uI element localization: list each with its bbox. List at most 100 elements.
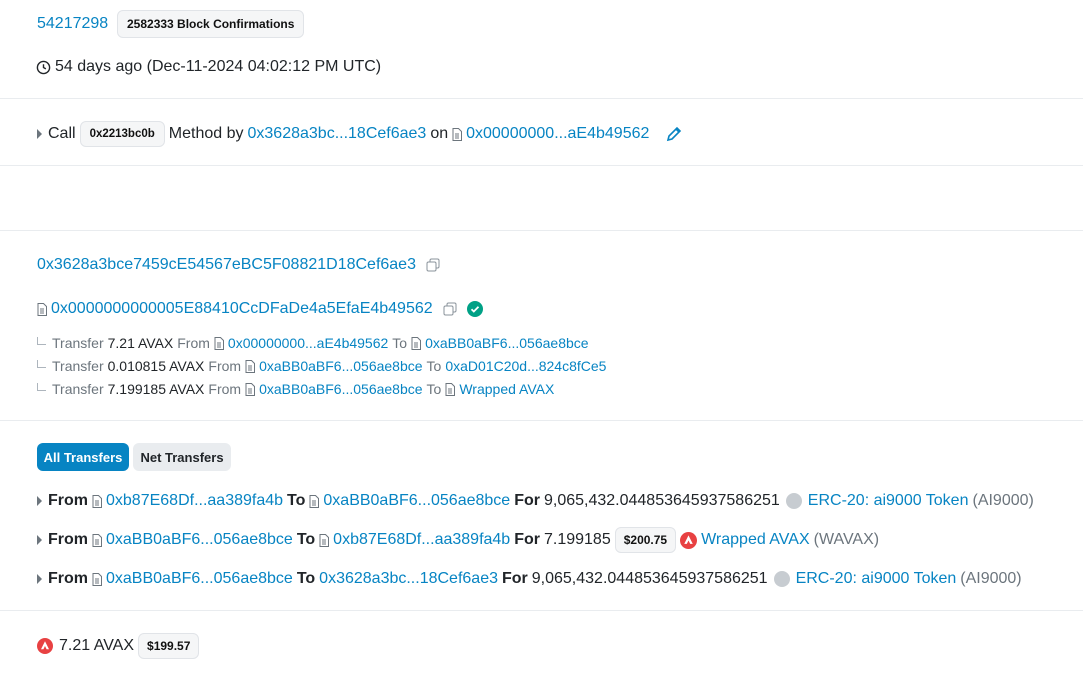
expand-caret-icon[interactable] [37, 574, 42, 584]
token-from-link[interactable]: 0xaBB0aBF6...056ae8bce [106, 570, 293, 588]
tab-net-transfers[interactable]: Net Transfers [133, 443, 231, 471]
verified-check-icon [466, 301, 483, 317]
contract-doc-icon [92, 494, 102, 508]
contract-doc-icon [309, 494, 320, 508]
token-symbol: (AI9000) [972, 492, 1034, 509]
transfer-amount: 7.21 AVAX [107, 335, 174, 351]
token-to-link[interactable]: 0xb87E68Df...aa389fa4b [333, 531, 510, 549]
from-address-link[interactable]: 0x3628a3bce7459cE54567eBC5F08821D18Cef6a… [37, 256, 416, 274]
token-from-link[interactable]: 0xaBB0aBF6...056ae8bce [106, 531, 293, 549]
clock-icon [36, 60, 51, 74]
on-label: on [430, 125, 449, 142]
usd-value-badge: $200.75 [614, 527, 677, 553]
to-label: To [392, 335, 408, 351]
caller-address-link[interactable]: 0x3628a3bc...18Cef6ae3 [248, 125, 427, 143]
transfer-amount: 0.010815 AVAX [107, 358, 205, 374]
to-label: To [287, 492, 306, 509]
for-label: For [501, 570, 528, 587]
token-logo-icon [785, 493, 802, 509]
token-transfer-row: From 0xaBB0aBF6...056ae8bce To 0xb87E68D… [37, 527, 883, 553]
token-name-link[interactable]: ERC-20: ai9000 Token [796, 570, 957, 588]
token-transfer-row: From 0xb87E68Df...aa389fa4b To 0xaBB0aBF… [37, 490, 1038, 512]
timestamp-row: 54 days ago (Dec-11-2024 04:02:12 PM UTC… [36, 58, 385, 76]
token-to-link[interactable]: 0xaBB0aBF6...056ae8bce [323, 492, 510, 510]
avax-logo-icon [37, 638, 53, 654]
contract-doc-icon [452, 127, 463, 141]
value-row: 7.21 AVAX $199.57 [37, 633, 203, 659]
contract-doc-icon [245, 382, 256, 396]
expand-caret-icon[interactable] [37, 496, 42, 506]
contract-doc-icon [319, 533, 330, 547]
divider [0, 165, 1083, 166]
internal-transfer-row: Transfer 7.21 AVAX From 0x00000000...aE4… [37, 335, 593, 351]
for-label: For [514, 492, 540, 509]
from-label: From [48, 531, 88, 548]
pencil-icon[interactable] [665, 125, 683, 143]
contract-address-link[interactable]: 0x00000000...aE4b49562 [466, 125, 649, 143]
to-label: To [426, 381, 442, 397]
tree-branch-icon [37, 383, 46, 391]
transfer-label: Transfer [52, 358, 104, 374]
divider [0, 420, 1083, 421]
method-id-badge: 0x2213bc0b [79, 121, 165, 147]
contract-doc-icon [92, 572, 102, 586]
tab-all-transfers[interactable]: All Transfers [37, 443, 129, 471]
from-label: From [177, 335, 210, 351]
from-label: From [208, 381, 242, 397]
contract-doc-icon [245, 359, 256, 373]
tree-branch-icon [37, 337, 46, 345]
token-symbol: (AI9000) [960, 570, 1022, 587]
transfer-from-link[interactable]: 0x00000000...aE4b49562 [228, 335, 388, 351]
interacted-with-row: 0x0000000000005E88410CcDFaDe4a5EfaE4b495… [37, 300, 487, 318]
transfer-to-link[interactable]: 0xaBB0aBF6...056ae8bce [425, 335, 588, 351]
transfer-to-link[interactable]: Wrapped AVAX [459, 381, 554, 397]
interacted-contract-link[interactable]: 0x0000000000005E88410CcDFaDe4a5EfaE4b495… [51, 300, 433, 318]
token-symbol: (WAVAX) [813, 531, 880, 548]
contract-doc-icon [411, 336, 422, 350]
from-address-row: 0x3628a3bce7459cE54567eBC5F08821D18Cef6a… [37, 256, 444, 274]
token-name-link[interactable]: ERC-20: ai9000 Token [808, 492, 969, 510]
to-label: To [296, 570, 316, 587]
transaction-action-row: Call 0x2213bc0b Method by 0x3628a3bc...1… [37, 121, 687, 147]
for-label: For [514, 531, 540, 548]
token-amount: 9,065,432.044853645937586251 [531, 570, 768, 587]
to-label: To [426, 358, 442, 374]
copy-icon[interactable] [426, 258, 440, 272]
usd-value-badge: $199.57 [138, 633, 200, 659]
tree-branch-icon [37, 360, 46, 368]
contract-doc-icon [37, 302, 47, 316]
contract-doc-icon [92, 533, 102, 547]
copy-icon[interactable] [443, 302, 457, 316]
contract-doc-icon [445, 382, 456, 396]
token-to-link[interactable]: 0x3628a3bc...18Cef6ae3 [319, 570, 498, 588]
token-logo-icon [773, 571, 790, 587]
timestamp-text: 54 days ago (Dec-11-2024 04:02:12 PM UTC… [55, 58, 382, 75]
transfer-label: Transfer [52, 335, 104, 351]
divider [0, 98, 1083, 99]
token-amount: 9,065,432.044853645937586251 [543, 492, 780, 509]
expand-caret-icon[interactable] [37, 129, 42, 139]
transfer-from-link[interactable]: 0xaBB0aBF6...056ae8bce [259, 381, 422, 397]
token-from-link[interactable]: 0xb87E68Df...aa389fa4b [106, 492, 283, 510]
transfer-from-link[interactable]: 0xaBB0aBF6...056ae8bce [259, 358, 422, 374]
transfer-label: Transfer [52, 381, 104, 397]
from-label: From [48, 570, 88, 587]
token-transfer-row: From 0xaBB0aBF6...056ae8bce To 0x3628a3b… [37, 568, 1026, 590]
to-label: To [296, 531, 316, 548]
block-confirmations-badge: 2582333 Block Confirmations [117, 10, 305, 38]
transfer-to-link[interactable]: 0xaD01C20d...824c8fCe5 [445, 358, 606, 374]
token-name-link[interactable]: Wrapped AVAX [701, 531, 810, 549]
internal-transfer-row: Transfer 7.199185 AVAX From 0xaBB0aBF6..… [37, 381, 558, 397]
call-label: Call [48, 125, 76, 142]
divider [0, 230, 1083, 231]
internal-transfer-row: Transfer 0.010815 AVAX From 0xaBB0aBF6..… [37, 358, 610, 374]
method-by-label: Method by [168, 125, 244, 142]
from-label: From [48, 492, 88, 509]
expand-caret-icon[interactable] [37, 535, 42, 545]
contract-doc-icon [214, 336, 224, 350]
divider [0, 610, 1083, 611]
block-number-link[interactable]: 54217298 [37, 15, 108, 33]
from-label: From [208, 358, 242, 374]
avax-logo-icon [680, 531, 698, 549]
transfer-amount: 7.199185 AVAX [107, 381, 205, 397]
